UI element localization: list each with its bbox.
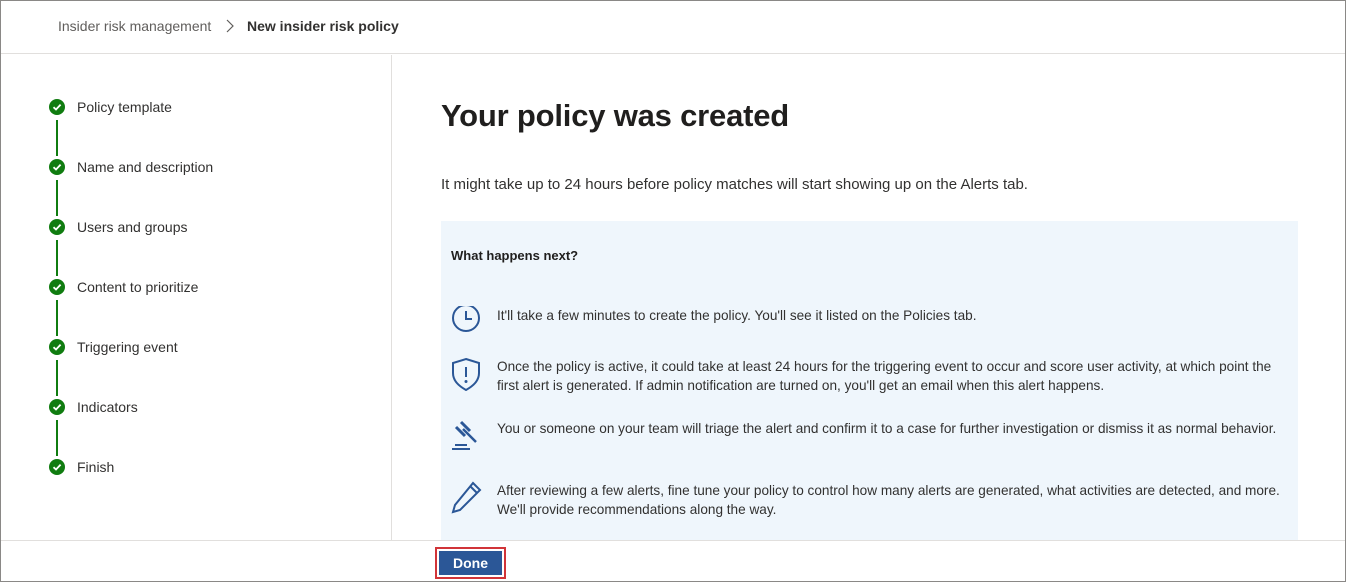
- step-finish[interactable]: Finish: [1, 455, 381, 479]
- step-name-and-description[interactable]: Name and description: [1, 155, 381, 179]
- breadcrumb-root-link[interactable]: Insider risk management: [58, 18, 211, 34]
- step-label: Name and description: [77, 159, 214, 175]
- step-connector: [56, 120, 58, 156]
- main-content: Your policy was created It might take up…: [393, 55, 1345, 540]
- list-item-text: Once the policy is active, it could take…: [497, 359, 1272, 393]
- step-connector: [56, 360, 58, 396]
- step-label: Users and groups: [77, 219, 188, 235]
- checkmark-icon: [49, 459, 65, 475]
- step-policy-template[interactable]: Policy template: [1, 95, 381, 119]
- checkmark-icon: [49, 159, 65, 175]
- chevron-right-icon: [226, 19, 234, 33]
- step-indicators[interactable]: Indicators: [1, 395, 381, 419]
- page-title: Your policy was created: [441, 98, 790, 133]
- checkmark-icon: [49, 399, 65, 415]
- step-label: Policy template: [77, 99, 172, 115]
- step-label: Finish: [77, 459, 115, 475]
- done-button-highlight: Done: [435, 547, 506, 579]
- checkmark-icon: [49, 339, 65, 355]
- step-connector: [56, 420, 58, 456]
- checkmark-icon: [49, 219, 65, 235]
- list-item-text: After reviewing a few alerts, fine tune …: [497, 483, 1280, 517]
- panel-heading: What happens next?: [451, 248, 579, 263]
- checkmark-icon: [49, 99, 65, 115]
- step-connector: [56, 240, 58, 276]
- gavel-icon: [452, 420, 477, 450]
- page-subtitle: It might take up to 24 hours before poli…: [441, 176, 1028, 193]
- step-connector: [56, 180, 58, 216]
- step-label: Indicators: [77, 399, 138, 415]
- step-content-to-prioritize[interactable]: Content to prioritize: [1, 275, 381, 299]
- step-users-and-groups[interactable]: Users and groups: [1, 215, 381, 239]
- breadcrumb-current: New insider risk policy: [247, 18, 399, 34]
- list-item-text: You or someone on your team will triage …: [497, 421, 1277, 436]
- pencil-icon: [451, 481, 482, 514]
- step-label: Triggering event: [77, 339, 178, 355]
- clock-icon: [452, 306, 480, 332]
- checkmark-icon: [49, 279, 65, 295]
- done-button[interactable]: Done: [439, 551, 502, 575]
- wizard-steps-nav: Policy template Name and description Use…: [1, 55, 392, 540]
- step-connector: [56, 300, 58, 336]
- what-happens-next-panel: What happens next? It'll take a few minu…: [441, 221, 1298, 540]
- breadcrumb: Insider risk management New insider risk…: [1, 1, 1345, 54]
- shield-alert-icon: [452, 357, 480, 391]
- footer-bar: Done: [1, 540, 1345, 581]
- step-label: Content to prioritize: [77, 279, 199, 295]
- step-triggering-event[interactable]: Triggering event: [1, 335, 381, 359]
- list-item-text: It'll take a few minutes to create the p…: [497, 308, 977, 323]
